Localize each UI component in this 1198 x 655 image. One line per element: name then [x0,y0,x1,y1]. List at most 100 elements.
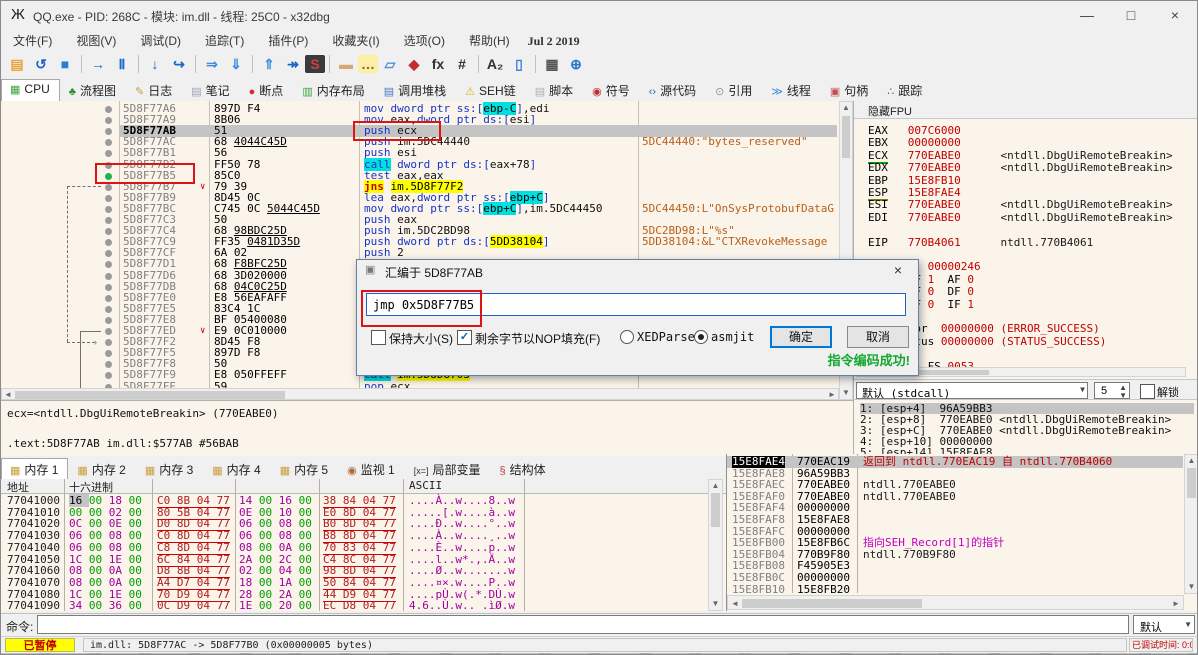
bookmark-icon[interactable]: ◆ [402,53,426,75]
globe-icon[interactable]: ⊕ [564,53,588,75]
function-fx-icon[interactable]: fx [426,53,450,75]
stack-view[interactable]: 15E8FAE4 770EAC19 返回到 ntdll.770EAC19 自 ntd… [726,454,1197,611]
row-dot-icon[interactable] [105,183,112,191]
row-dot-icon[interactable] [105,339,112,347]
stack-horizontal-scrollbar[interactable]: ◄ ► [727,595,1184,610]
register-token: 15E8FB10 [907,173,961,187]
row-dot-icon[interactable] [105,128,112,136]
unlock-label: 解锁 [1157,387,1179,399]
row-dot-icon[interactable] [105,294,112,302]
stack-row[interactable]: 15E8FB0C 00000000 [727,572,1183,584]
memory-dump-icon: ▦ [279,465,291,477]
register-line: EDX 770EABE0 <ntdll.DbgUiRemoteBreakin> [868,162,1173,174]
attach-device-icon[interactable]: ▯ [507,53,531,75]
register-line: EBP 15E8FB10 [868,173,961,187]
row-dot-icon[interactable] [105,350,112,358]
menu-item[interactable]: 追踪(T) [193,29,256,52]
row-dot-icon[interactable] [105,106,112,113]
menu-item[interactable]: 文件(F) [1,29,64,52]
stack-row[interactable]: 15E8FB08 F45905E3 [727,560,1183,572]
nop-fill-label: 剩余字节以NOP填充(F) [475,332,601,346]
stack-row[interactable]: 15E8FAE4 770EAC19 返回到 ntdll.770EAC19 自 ntd… [727,456,1183,468]
row-dot-icon[interactable] [105,228,112,236]
patch-icon[interactable]: ▬ [334,53,358,75]
memory-dump-view[interactable]: 地址 十六进制 ASCII 77041000 16 00 18 00 C0 8B 0… [1,479,726,611]
maximize-button[interactable]: □ [1109,1,1153,29]
row-dot-icon[interactable] [105,239,112,247]
comment-icon[interactable]: … [358,55,378,73]
stack-vertical-scrollbar[interactable]: ▲ ▼ [1184,454,1197,594]
memory-vertical-scrollbar[interactable]: ▲ ▼ [708,479,723,611]
asmjit-radio[interactable] [694,330,708,344]
row-dot-icon[interactable] [105,372,112,380]
menu-item[interactable]: 调试(D) [128,29,193,52]
pause-icon[interactable]: Ⅱ [110,53,134,75]
step-into-icon[interactable]: ↓ [143,53,167,75]
command-input[interactable] [37,615,1129,634]
row-dot-icon[interactable] [105,261,112,269]
dialog-close-icon[interactable]: × [886,262,910,280]
calling-convention-select[interactable]: 默认 (stdcall) ▼ [856,382,1088,400]
execute-till-return-icon[interactable]: ⇑ [257,53,281,75]
disasm-row[interactable]: 5D8F77FE 59 pop ecx [1,380,837,388]
info-box: ecx=<ntdll.DbgUiRemoteBreakin> (770EABE0… [1,400,853,459]
row-dot-icon[interactable] [105,328,112,335]
register-token [888,149,908,162]
run-trace-icon[interactable]: ⇒ [200,53,224,75]
scylla-icon[interactable]: S [305,55,325,73]
row-dot-icon[interactable] [105,117,112,125]
stack-row[interactable]: 15E8FB10 15E8FB20 [727,583,1183,596]
strings-az-icon[interactable]: A₂ [483,53,507,75]
arg-count-stepper[interactable]: 5 ▲ ▼ [1094,382,1130,400]
tab-label: 内存 4 [226,463,261,477]
register-line: EAX 007C6000 [868,125,961,137]
hide-fpu-button[interactable]: 隐藏FPU [854,101,1197,119]
keep-size-checkbox[interactable] [371,330,386,345]
stack-row[interactable]: 15E8FB04 770B9F80 ntdll.770B9F80 [727,549,1183,561]
disasm-horizontal-scrollbar[interactable]: ◄ ► [1,388,839,400]
row-dot-icon[interactable] [105,361,112,369]
row-dot-icon[interactable] [105,217,112,224]
row-dot-icon[interactable] [105,139,112,147]
row-dot-icon[interactable] [105,305,112,313]
restart-icon[interactable]: ↺ [29,53,53,75]
row-dot-icon[interactable] [105,150,112,158]
nop-fill-checkbox[interactable]: ✓ [457,330,472,345]
dialog-icon: ▣ [365,264,376,276]
register-token: 00000000 (ERROR_SUCCESS) [940,322,1100,336]
stack-row[interactable]: 15E8FAF8 15E8FAE8 [727,514,1183,526]
run-icon[interactable]: → [86,53,110,75]
menu-item[interactable]: 视图(V) [64,29,128,52]
row-dot-icon[interactable] [105,250,112,258]
ok-button[interactable]: 确定 [770,326,832,348]
menu-item[interactable]: 选项(O) [392,29,457,52]
stack-row[interactable]: 15E8FAF0 770EABE0 ntdll.770EABE0 [727,491,1183,503]
run-to-user-code-icon[interactable]: ↠ [281,53,305,75]
step-over-icon[interactable]: ↪ [167,53,191,75]
row-dot-icon[interactable] [105,194,112,202]
hash-icon[interactable]: # [450,53,474,75]
menu-item[interactable]: 帮助(H) [457,29,522,52]
calculator-icon[interactable]: ▦ [540,53,564,75]
unlock-checkbox[interactable] [1140,384,1155,399]
label-icon[interactable]: ▱ [378,53,402,75]
instruction-token: ,im.5DC44450 [522,201,603,215]
arguments-view[interactable]: 1: [esp+4] 96A59BB3 2: [esp+8] 770EABE0 <… [854,399,1197,456]
row-dot-icon[interactable] [105,205,112,213]
xedparse-radio[interactable] [620,330,634,344]
memory-byte: 1E [239,599,259,611]
menu-item[interactable]: 插件(P) [256,29,320,52]
row-dot-icon[interactable] [105,272,112,280]
close-button[interactable]: × [1153,1,1197,29]
row-dot-icon[interactable] [105,316,112,324]
stack-row[interactable]: 15E8FAF4 00000000 [727,502,1183,514]
minimize-button[interactable]: — [1065,1,1109,29]
cancel-button[interactable]: 取消 [847,326,909,348]
toolbar-separator [252,55,253,73]
row-dot-icon[interactable] [105,283,112,291]
stop-icon[interactable]: ■ [53,53,77,75]
command-profile-select[interactable]: 默认 ▼ [1133,615,1195,634]
step-trace-icon[interactable]: ⇓ [224,53,248,75]
menu-item[interactable]: 收藏夹(I) [320,29,391,52]
open-file-icon[interactable]: ▤ [5,53,29,75]
